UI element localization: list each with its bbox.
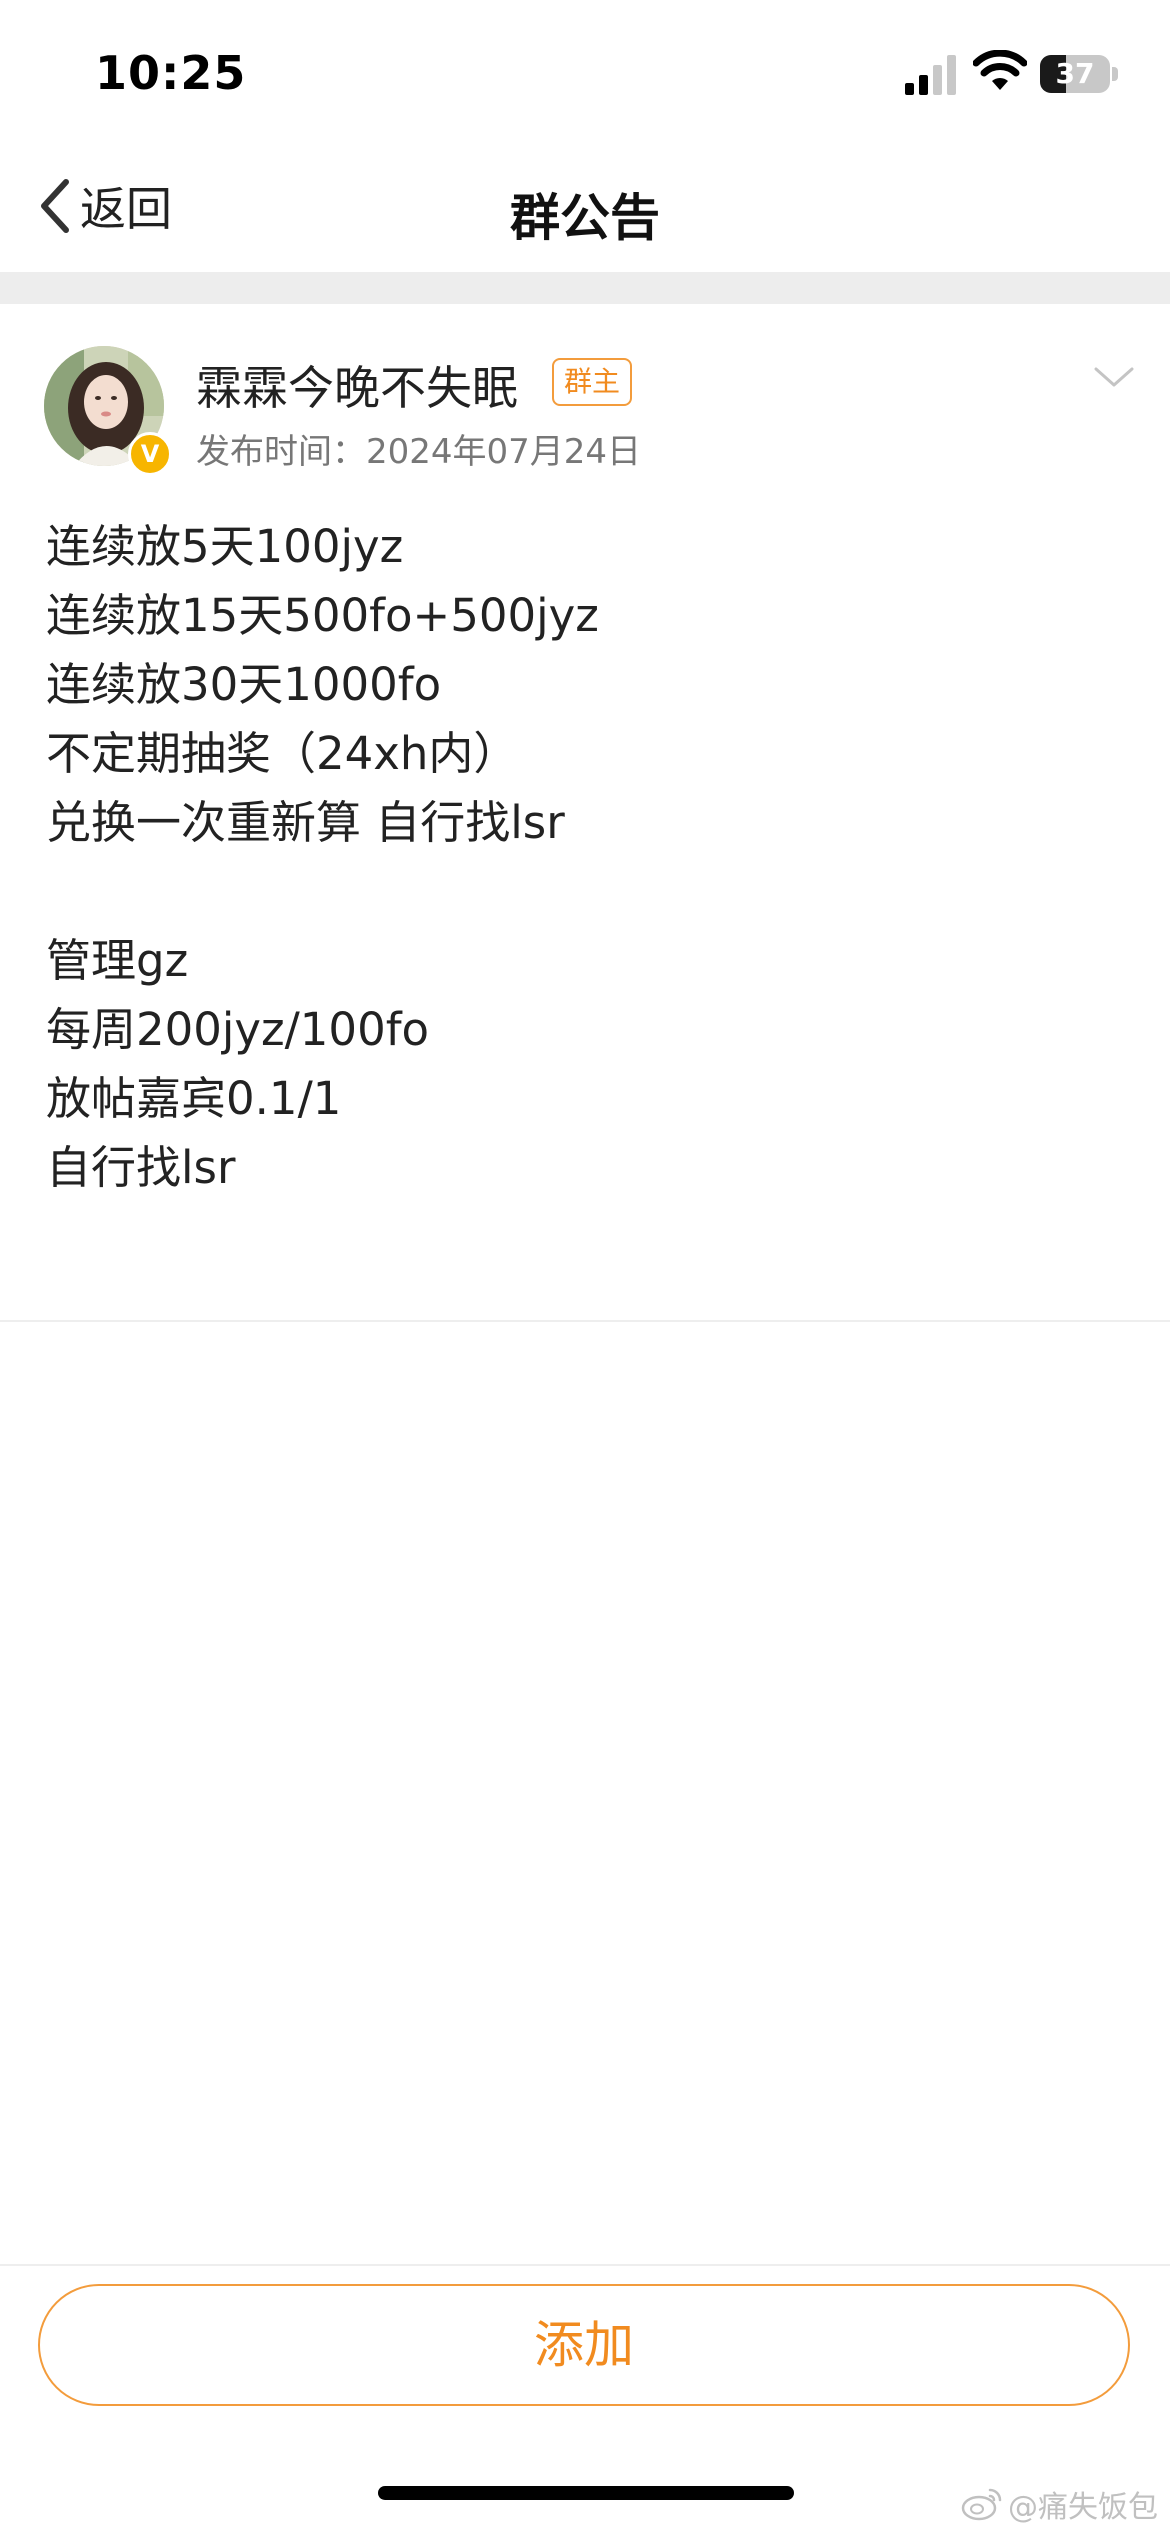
section-divider [0, 272, 1170, 304]
battery-cap [1112, 67, 1118, 81]
announcement-post: V 霖霖今晚不失眠 群主 发布时间：2024年07月24日 连续放5天100jy… [0, 304, 1170, 1320]
announcement-line: 不定期抽奖（24xh内） [46, 727, 519, 780]
back-button[interactable]: 返回 [36, 170, 172, 242]
nav-bar: 群公告 返回 [0, 140, 1170, 272]
group-owner-badge: 群主 [552, 358, 633, 406]
wifi-icon [973, 50, 1027, 90]
announcement-line: 兑换一次重新算 自行找lsr [46, 796, 565, 849]
battery-icon: 37 [1040, 55, 1118, 93]
announcement-line: 放帖嘉宾0.1/1 [46, 1072, 342, 1125]
announcement-line: 连续放15天500fo+500jyz [46, 589, 599, 642]
announcement-blank-line [46, 857, 1126, 926]
group-announcement-screen: 10:25 37 群公告 返回 V 霖霖今晚不失眠 群主 发布时间：2024年0… [0, 0, 1170, 2532]
battery-level: 37 [1055, 57, 1095, 90]
page-title: 群公告 [510, 189, 660, 247]
publish-time: 发布时间：2024年07月24日 [196, 432, 642, 472]
author-name: 霖霖今晚不失眠 [196, 361, 518, 415]
back-label: 返回 [80, 182, 172, 236]
chevron-left-icon [41, 179, 69, 233]
watermark: @痛失饭包 [960, 2482, 1158, 2526]
chevron-down-icon[interactable] [1092, 364, 1136, 390]
announcement-line: 每周200jyz/100fo [46, 1003, 430, 1056]
announcement-line: 连续放30天1000fo [46, 658, 442, 711]
announcement-body: 连续放5天100jyz 连续放15天500fo+500jyz 连续放30天100… [46, 512, 1126, 1202]
divider [0, 1320, 1170, 1322]
add-announcement-button[interactable]: 添加 [38, 2284, 1130, 2406]
battery-body: 37 [1040, 55, 1110, 93]
weibo-icon [961, 2488, 1002, 2521]
announcement-line: 连续放5天100jyz [46, 520, 404, 573]
cellular-signal-icon [905, 55, 956, 95]
home-indicator[interactable] [378, 2486, 794, 2500]
status-bar: 10:25 37 [0, 0, 1170, 140]
verified-badge: V [128, 432, 172, 476]
watermark-text: @痛失饭包 [1008, 2490, 1158, 2525]
announcement-line: 自行找lsr [46, 1141, 236, 1194]
announcement-line: 管理gz [46, 934, 189, 987]
divider [0, 2264, 1170, 2266]
status-time: 10:25 [95, 46, 247, 100]
